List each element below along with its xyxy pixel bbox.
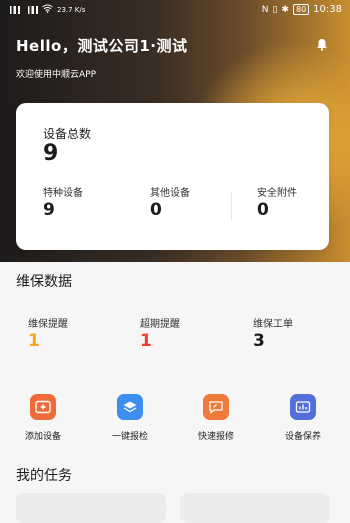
work-order-value: 3 xyxy=(253,331,265,351)
special-devices-label: 特种设备 xyxy=(43,188,83,199)
status-bar: 23.7 K/s N ▯ ✱ 80 10:38 xyxy=(0,0,350,22)
maintenance-reminder-value: 1 xyxy=(28,331,40,351)
add-device-icon xyxy=(30,394,56,420)
total-devices-label: 设备总数 xyxy=(43,127,92,141)
device-maintenance-label: 设备保养 xyxy=(284,432,321,442)
wifi-icon xyxy=(42,4,53,16)
safety-accessories-label: 安全附件 xyxy=(257,188,297,199)
maintenance-reminder-tile[interactable]: 维保提醒 1 xyxy=(16,305,116,367)
signal-icon-2 xyxy=(24,6,38,14)
safety-accessories-value: 0 xyxy=(257,200,269,220)
chat-icon xyxy=(203,394,229,420)
bluetooth-icon: ✱ xyxy=(281,4,289,15)
overdue-reminder-tile[interactable]: 超期提醒 1 xyxy=(128,305,228,367)
signal-icon xyxy=(6,6,20,14)
special-devices-value: 9 xyxy=(43,200,55,220)
one-click-inspection-button[interactable]: 一键报检 xyxy=(100,394,160,442)
layers-icon xyxy=(117,394,143,420)
other-devices-label: 其他设备 xyxy=(150,188,190,199)
quick-repair-label: 快速报修 xyxy=(197,432,234,442)
network-speed: 23.7 K/s xyxy=(57,6,86,14)
task-card[interactable] xyxy=(180,493,330,523)
quick-repair-button[interactable]: 快速报修 xyxy=(186,394,246,442)
task-card[interactable] xyxy=(16,493,166,523)
bell-icon[interactable] xyxy=(316,36,328,51)
overdue-reminder-value: 1 xyxy=(140,331,152,351)
card-divider xyxy=(231,191,232,221)
work-order-label: 维保工单 xyxy=(253,319,293,330)
chart-icon xyxy=(290,394,316,420)
device-summary-card[interactable]: 设备总数 9 特种设备 9 其他设备 0 安全附件 0 xyxy=(16,103,329,250)
device-maintenance-button[interactable]: 设备保养 xyxy=(273,394,333,442)
nfc-icon: N xyxy=(261,4,269,15)
work-order-tile[interactable]: 维保工单 3 xyxy=(241,305,341,367)
add-device-button[interactable]: 添加设备 xyxy=(13,394,73,442)
clock: 10:38 xyxy=(313,4,342,15)
greeting-title: Hello，测试公司1·测试 xyxy=(16,37,188,55)
maintenance-reminder-label: 维保提醒 xyxy=(28,319,68,330)
one-click-inspection-label: 一键报检 xyxy=(111,432,148,442)
overdue-reminder-label: 超期提醒 xyxy=(140,319,180,330)
maintenance-section-title: 维保数据 xyxy=(16,274,72,290)
vibrate-icon: ▯ xyxy=(272,4,278,15)
battery-icon: 80 xyxy=(292,4,310,15)
add-device-label: 添加设备 xyxy=(24,432,61,442)
welcome-text: 欢迎使用中顺云APP xyxy=(16,70,97,80)
other-devices-value: 0 xyxy=(150,200,162,220)
my-tasks-section-title: 我的任务 xyxy=(16,468,72,484)
total-devices-value: 9 xyxy=(43,141,59,166)
